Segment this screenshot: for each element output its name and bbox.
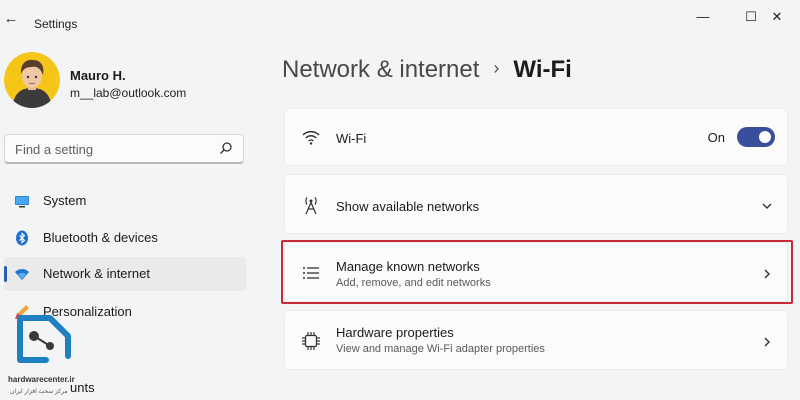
breadcrumb-parent[interactable]: Network & internet <box>282 56 479 83</box>
sidebar-item-network[interactable]: Network & internet <box>4 257 246 291</box>
watermark-logo <box>6 312 78 400</box>
close-button[interactable]: ✕ <box>754 6 800 28</box>
card-subtitle: View and manage Wi-Fi adapter properties <box>336 343 545 355</box>
chevron-right-icon[interactable] <box>761 267 773 279</box>
search-box[interactable] <box>4 134 244 164</box>
active-indicator <box>4 266 7 282</box>
card-title: Wi-Fi <box>336 131 367 146</box>
breadcrumb-separator: › <box>493 58 500 78</box>
wifi-toggle-card[interactable]: Wi-Fi On <box>284 108 788 166</box>
toggle-state-label: On <box>707 130 725 145</box>
manage-known-networks-card[interactable]: Manage known networks Add, remove, and e… <box>284 242 788 302</box>
user-email: m__lab@outlook.com <box>70 86 187 100</box>
breadcrumb: Network & internet › Wi-Fi <box>282 56 572 88</box>
sidebar-item-label: System <box>43 193 87 208</box>
chevron-right-icon[interactable] <box>761 335 773 347</box>
show-available-networks-card[interactable]: Show available networks <box>284 174 788 234</box>
user-name: Mauro H. <box>70 68 126 83</box>
card-title: Manage known networks <box>336 259 480 274</box>
sidebar-item-bluetooth[interactable]: Bluetooth & devices <box>4 221 246 255</box>
monitor-icon <box>14 193 30 209</box>
search-input[interactable] <box>13 135 217 163</box>
search-icon[interactable] <box>219 141 233 155</box>
toggle-knob <box>759 131 771 143</box>
antenna-icon <box>301 195 321 215</box>
sidebar-item-system[interactable]: System <box>4 184 246 218</box>
minimize-button[interactable]: — <box>680 6 726 28</box>
card-title: Hardware properties <box>336 325 454 340</box>
card-subtitle: Add, remove, and edit networks <box>336 277 491 289</box>
title-bar: ← Settings — ☐ ✕ <box>0 0 800 36</box>
wifi-icon <box>301 127 321 147</box>
hardware-properties-card[interactable]: Hardware properties View and manage Wi-F… <box>284 310 788 370</box>
back-button[interactable]: ← <box>0 10 22 28</box>
chip-icon <box>301 331 321 351</box>
chevron-down-icon[interactable] <box>761 199 773 211</box>
card-title: Show available networks <box>336 199 480 214</box>
page-title: Wi-Fi <box>513 56 572 83</box>
watermark-text: hardwarecenter.ir <box>8 375 75 384</box>
wifi-icon <box>14 266 30 282</box>
watermark-subtext: مرکز سخت افزار ایران <box>10 389 68 395</box>
avatar[interactable] <box>4 52 60 108</box>
bluetooth-icon <box>14 230 30 246</box>
list-icon <box>301 263 321 283</box>
wifi-toggle-switch[interactable] <box>737 127 775 147</box>
sidebar-item-label: Network & internet <box>43 266 150 281</box>
sidebar-item-label: Bluetooth & devices <box>43 230 158 245</box>
app-title: Settings <box>34 17 78 31</box>
